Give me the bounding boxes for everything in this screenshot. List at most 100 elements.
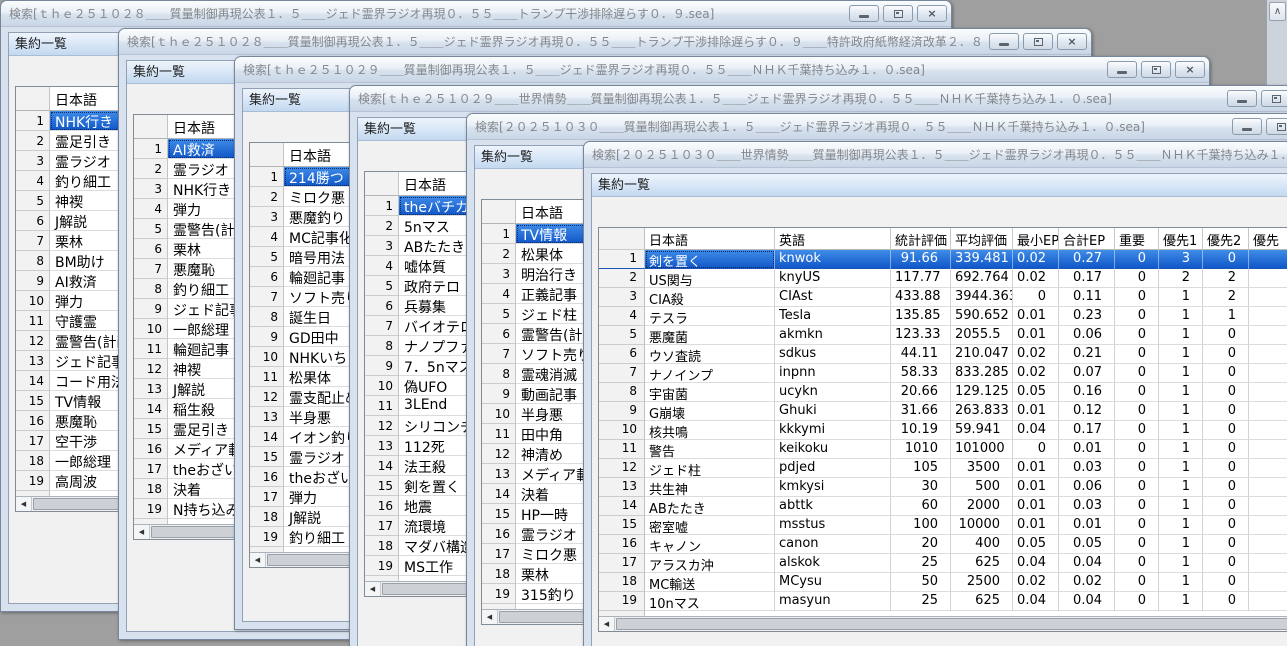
row-number-cell[interactable]: 7 bbox=[16, 231, 50, 251]
table-cell[interactable] bbox=[1249, 250, 1287, 269]
column-header[interactable]: 合計EP bbox=[1059, 228, 1115, 250]
table-cell[interactable]: 0 bbox=[1115, 516, 1159, 535]
table-cell[interactable]: 3500 bbox=[951, 459, 1013, 478]
row-number-cell[interactable]: 16 bbox=[482, 524, 516, 544]
table-cell[interactable]: canon bbox=[775, 535, 891, 554]
table-cell[interactable]: 1 bbox=[1159, 288, 1203, 307]
table-row[interactable]: 15密室嘘msstus100100000.010.01010 bbox=[599, 516, 1287, 535]
scrollbar-thumb[interactable] bbox=[616, 618, 1287, 630]
table-cell[interactable]: knwok bbox=[775, 250, 891, 269]
row-number-cell[interactable]: 1 bbox=[365, 196, 399, 216]
row-number-cell[interactable]: 1 bbox=[134, 139, 168, 159]
column-header[interactable]: 英語 bbox=[775, 228, 891, 250]
table-cell[interactable]: abttk bbox=[775, 497, 891, 516]
table-cell[interactable]: 0.04 bbox=[1059, 554, 1115, 573]
table-cell[interactable]: 0.16 bbox=[1059, 383, 1115, 402]
table-cell[interactable]: 10000 bbox=[951, 516, 1013, 535]
table-cell[interactable]: 0 bbox=[1115, 478, 1159, 497]
column-header[interactable]: 日本語 bbox=[645, 228, 775, 250]
table-row[interactable]: 13共生神kmkysi305000.010.06010 bbox=[599, 478, 1287, 497]
table-cell[interactable]: 0.01 bbox=[1013, 402, 1059, 421]
scroll-left-button[interactable]: ◀ bbox=[250, 553, 266, 567]
table-cell[interactable]: 0 bbox=[1203, 421, 1249, 440]
table-cell[interactable]: 0 bbox=[1203, 459, 1249, 478]
table-cell[interactable]: US関与 bbox=[645, 269, 775, 288]
table-cell[interactable]: 密室嘘 bbox=[645, 516, 775, 535]
table-cell[interactable]: 0 bbox=[1203, 554, 1249, 573]
maximize-button[interactable] bbox=[1023, 33, 1053, 50]
table-cell[interactable]: alskok bbox=[775, 554, 891, 573]
row-number-cell[interactable]: 13 bbox=[365, 436, 399, 456]
table-cell[interactable] bbox=[1249, 307, 1287, 326]
table-cell[interactable]: 0.27 bbox=[1059, 250, 1115, 269]
row-number-cell[interactable]: 18 bbox=[365, 536, 399, 556]
table-cell[interactable]: 2055.5 bbox=[951, 326, 1013, 345]
row-number-cell[interactable]: 18 bbox=[482, 564, 516, 584]
row-number-cell[interactable]: 3 bbox=[134, 179, 168, 199]
table-cell[interactable]: 3944.363 bbox=[951, 288, 1013, 307]
row-number-cell[interactable]: 16 bbox=[365, 496, 399, 516]
table-cell[interactable]: 0 bbox=[1115, 459, 1159, 478]
table-cell[interactable]: 100 bbox=[891, 516, 951, 535]
row-number-cell[interactable]: 1 bbox=[16, 111, 50, 131]
table-row[interactable]: 12ジェド柱pdjed10535000.010.03010 bbox=[599, 459, 1287, 478]
scroll-left-button[interactable]: ◀ bbox=[365, 582, 381, 596]
table-cell[interactable] bbox=[1249, 383, 1287, 402]
row-number-cell[interactable]: 7 bbox=[134, 259, 168, 279]
table-cell[interactable]: 20 bbox=[891, 535, 951, 554]
row-number-cell[interactable]: 14 bbox=[134, 399, 168, 419]
table-cell[interactable]: 20.66 bbox=[891, 383, 951, 402]
table-cell[interactable]: kkkymi bbox=[775, 421, 891, 440]
scroll-up-button[interactable]: ∧ bbox=[1269, 2, 1286, 21]
table-cell[interactable]: 1 bbox=[1159, 440, 1203, 459]
row-number-cell[interactable]: 7 bbox=[250, 287, 284, 307]
window-titlebar[interactable]: 検索[ｔｈｅ２５１０２９＿＿質量制御再現公表１．５＿＿ジェド霊界ラジオ再現０．５… bbox=[235, 57, 1209, 83]
table-cell[interactable]: 1 bbox=[1159, 402, 1203, 421]
row-number-cell[interactable]: 7 bbox=[599, 364, 645, 383]
row-number-cell[interactable]: 19 bbox=[482, 584, 516, 604]
table-cell[interactable]: 0.02 bbox=[1013, 345, 1059, 364]
table-cell[interactable] bbox=[1249, 421, 1287, 440]
row-number-cell[interactable]: 17 bbox=[16, 431, 50, 451]
table-cell[interactable]: 0.02 bbox=[1013, 364, 1059, 383]
table-cell[interactable]: 117.77 bbox=[891, 269, 951, 288]
table-cell[interactable]: 0.12 bbox=[1059, 402, 1115, 421]
row-number-cell[interactable]: 8 bbox=[482, 364, 516, 384]
window-titlebar[interactable]: 検索[２０２５１０３０＿＿質量制御再現公表１．５＿＿ジェド霊界ラジオ再現０．５５… bbox=[467, 114, 1287, 140]
table-cell[interactable]: 共生神 bbox=[645, 478, 775, 497]
row-number-cell[interactable]: 1 bbox=[599, 250, 645, 269]
minimize-button[interactable] bbox=[1227, 90, 1257, 107]
table-cell[interactable]: 2500 bbox=[951, 573, 1013, 592]
table-cell[interactable]: 0.01 bbox=[1013, 326, 1059, 345]
row-number-cell[interactable]: 11 bbox=[599, 440, 645, 459]
table-cell[interactable]: 0 bbox=[1203, 516, 1249, 535]
table-cell[interactable]: kmkysi bbox=[775, 478, 891, 497]
table-cell[interactable]: ジェド柱 bbox=[645, 459, 775, 478]
table-cell[interactable]: 135.85 bbox=[891, 307, 951, 326]
table-row[interactable]: 9G崩壊Ghuki31.66263.8330.010.12010 bbox=[599, 402, 1287, 421]
table-cell[interactable]: アラスカ沖 bbox=[645, 554, 775, 573]
column-header[interactable]: 重要 bbox=[1115, 228, 1159, 250]
table-cell[interactable] bbox=[1249, 592, 1287, 611]
table-cell[interactable]: 1 bbox=[1159, 535, 1203, 554]
row-number-cell[interactable]: 9 bbox=[482, 384, 516, 404]
table-cell[interactable]: 10.19 bbox=[891, 421, 951, 440]
row-number-cell[interactable]: 6 bbox=[250, 267, 284, 287]
table-cell[interactable]: 0.05 bbox=[1013, 383, 1059, 402]
table-cell[interactable]: 30 bbox=[891, 478, 951, 497]
table-cell[interactable] bbox=[1249, 345, 1287, 364]
table-cell[interactable]: MCysu bbox=[775, 573, 891, 592]
table-cell[interactable]: 核共鳴 bbox=[645, 421, 775, 440]
row-number-cell[interactable]: 5 bbox=[599, 326, 645, 345]
row-number-cell[interactable]: 10 bbox=[599, 421, 645, 440]
table-cell[interactable]: 0 bbox=[1115, 269, 1159, 288]
table-cell[interactable]: 0.06 bbox=[1059, 478, 1115, 497]
row-number-cell[interactable]: 3 bbox=[250, 207, 284, 227]
close-button[interactable]: × bbox=[1175, 61, 1205, 78]
table-cell[interactable]: 0.04 bbox=[1013, 421, 1059, 440]
table-cell[interactable]: 0 bbox=[1115, 345, 1159, 364]
row-number-cell[interactable]: 19 bbox=[250, 527, 284, 547]
table-cell[interactable]: Tesla bbox=[775, 307, 891, 326]
window-titlebar[interactable]: 検索[ｔｈｅ２５１０２８＿＿質量制御再現公表１．５＿＿ジェド霊界ラジオ再現０．５… bbox=[119, 29, 1091, 55]
maximize-button[interactable] bbox=[1141, 61, 1171, 78]
